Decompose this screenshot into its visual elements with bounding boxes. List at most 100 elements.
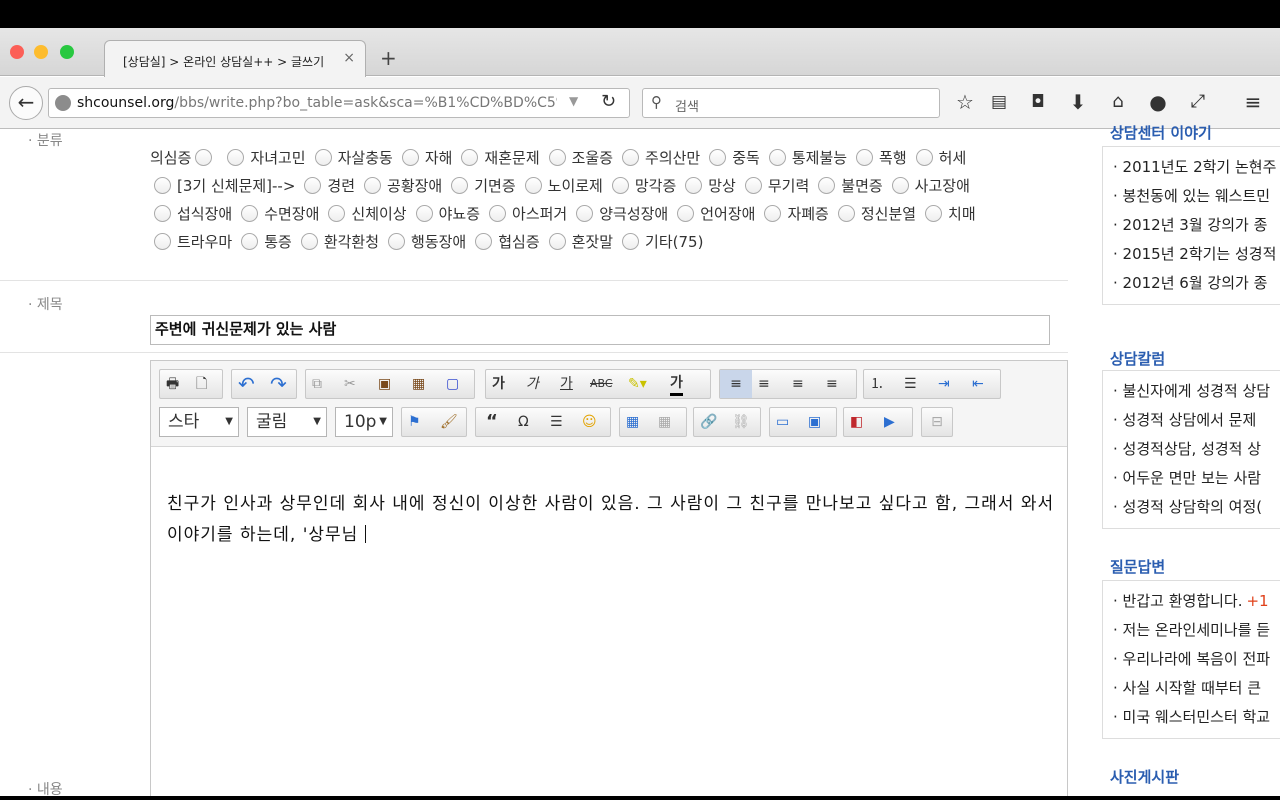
sidebar-section-title[interactable]: 질문답변 (1110, 556, 1165, 577)
radio-button[interactable] (241, 233, 259, 250)
category-option[interactable]: 망각증 (608, 172, 676, 200)
download-icon[interactable]: ⬇ (1065, 89, 1091, 115)
radio-button[interactable] (304, 177, 322, 194)
zoom-window-button[interactable] (60, 45, 74, 59)
clean-format-icon[interactable]: 🖌 (440, 408, 458, 436)
category-option[interactable]: 협심증 (471, 228, 540, 256)
radio-button[interactable] (451, 177, 469, 194)
category-option[interactable]: 통증 (237, 228, 292, 256)
radio-button[interactable] (489, 205, 507, 222)
pocket-icon[interactable]: ◘ (1025, 89, 1051, 115)
radio-button[interactable] (401, 149, 419, 166)
sidebar-list-item[interactable]: · 성경적상담, 성경적 상 (1103, 435, 1280, 464)
outdent-icon[interactable]: ⇤ (972, 370, 984, 398)
copy-icon[interactable]: ⧉ (312, 370, 322, 398)
emoticon-icon[interactable]: ☺ (582, 408, 597, 436)
category-option[interactable]: 기타(75) (618, 228, 703, 256)
style-select[interactable]: 스타 ▼ (159, 407, 239, 437)
category-option[interactable]: 공황장애 (360, 172, 442, 200)
category-option[interactable]: 언어장애 (673, 200, 755, 228)
page-break-icon[interactable]: ⊟ (931, 414, 943, 430)
image-icon[interactable]: ▭ (776, 408, 789, 436)
sidebar-section-title[interactable]: 상담센터 이야기 (1110, 122, 1212, 143)
sidebar-list-item[interactable]: · 어두운 면만 보는 사람 (1103, 464, 1280, 493)
size-select[interactable]: 10p ▼ (335, 407, 393, 437)
url-bar[interactable]: shcounsel.org/bbs/write.php?bo_table=ask… (48, 88, 630, 118)
close-window-button[interactable] (10, 45, 24, 59)
radio-button[interactable] (154, 205, 171, 222)
new-tab-button[interactable]: + (380, 48, 397, 68)
radio-button[interactable] (461, 149, 479, 166)
select-all-icon[interactable]: ▢ (446, 370, 459, 398)
radio-button[interactable] (709, 149, 727, 166)
sidebar-list-item[interactable]: · 2015년 2학기는 성경적 (1103, 240, 1280, 269)
radio-button[interactable] (364, 177, 382, 194)
radio-button[interactable] (677, 205, 695, 222)
radio-button[interactable] (475, 233, 493, 250)
back-button[interactable]: ← (9, 86, 43, 120)
radio-button[interactable] (241, 205, 259, 222)
category-option[interactable]: 섭식장애 (150, 200, 232, 228)
url-dropdown-icon[interactable]: ▼ (569, 94, 578, 108)
link-icon[interactable]: 🔗 (700, 408, 717, 436)
radio-button[interactable] (837, 205, 855, 222)
category-option[interactable]: 노이로제 (521, 172, 603, 200)
sidebar-list-item[interactable]: · 2011년도 2학기 논현주 (1103, 153, 1280, 182)
blockquote-icon[interactable]: “ (486, 408, 498, 436)
horizontal-rule-icon[interactable]: ☰ (550, 408, 563, 436)
rich-text-editor[interactable]: 🖶 🗋 ↶ ↷ ⧉ ✂ ▣ ▦ ▢ 가 가 가 ABC ✎▾ 가 ≡ ≡ ≡ ≡… (150, 360, 1068, 796)
unlink-icon[interactable]: ⛓ (732, 408, 750, 436)
indent-icon[interactable]: ⇥ (938, 370, 950, 398)
spellcheck-icon[interactable]: ⚑ (408, 408, 421, 436)
radio-button[interactable] (818, 177, 836, 194)
category-option[interactable]: 중독 (705, 144, 760, 172)
search-bar[interactable]: ⚲ 검색 (642, 88, 940, 118)
strikethrough-icon[interactable]: ABC (590, 370, 613, 398)
font-color-icon[interactable]: 가 (670, 373, 683, 396)
sidebar-list-item[interactable]: · 2012년 3월 강의가 종 (1103, 211, 1280, 240)
radio-button[interactable] (524, 177, 542, 194)
reload-icon[interactable]: ↻ (601, 91, 616, 112)
category-option[interactable]: 자폐증 (760, 200, 829, 228)
radio-button[interactable] (154, 233, 171, 250)
font-select[interactable]: 굴림 ▼ (247, 407, 327, 437)
radio-button[interactable] (227, 149, 245, 166)
highlight-icon[interactable]: ✎▾ (628, 370, 647, 398)
radio-button[interactable] (548, 233, 566, 250)
paste-icon[interactable]: ▣ (378, 370, 391, 398)
print-icon[interactable]: 🖶 (166, 370, 179, 398)
category-option[interactable]: 재혼문제 (457, 144, 540, 172)
sidebar-list-item[interactable]: · 봉천동에 있는 웨스트민 (1103, 182, 1280, 211)
subject-input[interactable]: 주변에 귀신문제가 있는 사람 (150, 315, 1050, 345)
sidebar-list-item[interactable]: · 불신자에게 성경적 상담 (1103, 377, 1280, 406)
special-char-icon[interactable]: Ω (518, 408, 529, 436)
table-icon[interactable]: ▦ (626, 408, 639, 436)
radio-button[interactable] (685, 177, 703, 194)
category-option[interactable]: 망상 (681, 172, 736, 200)
radio-button[interactable] (856, 149, 874, 166)
radio-button[interactable] (154, 177, 171, 194)
table-edit-icon[interactable]: ▦ (658, 408, 671, 436)
sidebar-list-item[interactable]: · 성경적 상담에서 문제 (1103, 406, 1280, 435)
category-option[interactable]: 조울증 (545, 144, 613, 172)
cut-icon[interactable]: ✂ (344, 370, 356, 398)
sidebar-list-item[interactable]: · 저는 온라인세미나를 듣 (1103, 616, 1280, 645)
category-option[interactable]: 환각환청 (297, 228, 379, 256)
align-right-icon[interactable]: ≡ (792, 370, 804, 398)
bookmark-star-icon[interactable]: ☆ (952, 89, 978, 115)
category-option[interactable]: 기면증 (447, 172, 516, 200)
radio-button[interactable] (764, 205, 782, 222)
unordered-list-icon[interactable]: ☰ (904, 370, 917, 398)
chat-icon[interactable]: ● (1145, 89, 1171, 115)
sidebar-section-title[interactable]: 사진게시판 (1110, 766, 1179, 787)
tab-close-icon[interactable]: × (343, 50, 355, 66)
category-option[interactable]: 신체이상 (324, 200, 407, 228)
sidebar-list-item[interactable]: · 사실 시작할 때부터 큰 (1103, 674, 1280, 703)
radio-button[interactable] (768, 149, 786, 166)
category-option[interactable]: 수면장애 (237, 200, 319, 228)
italic-icon[interactable]: 가 (526, 370, 539, 398)
category-option[interactable]: 양극성장애 (572, 200, 668, 228)
category-option[interactable]: 자해 (398, 144, 452, 172)
category-option[interactable]: 자녀고민 (223, 144, 306, 172)
align-left-icon[interactable]: ≡ (720, 370, 752, 398)
